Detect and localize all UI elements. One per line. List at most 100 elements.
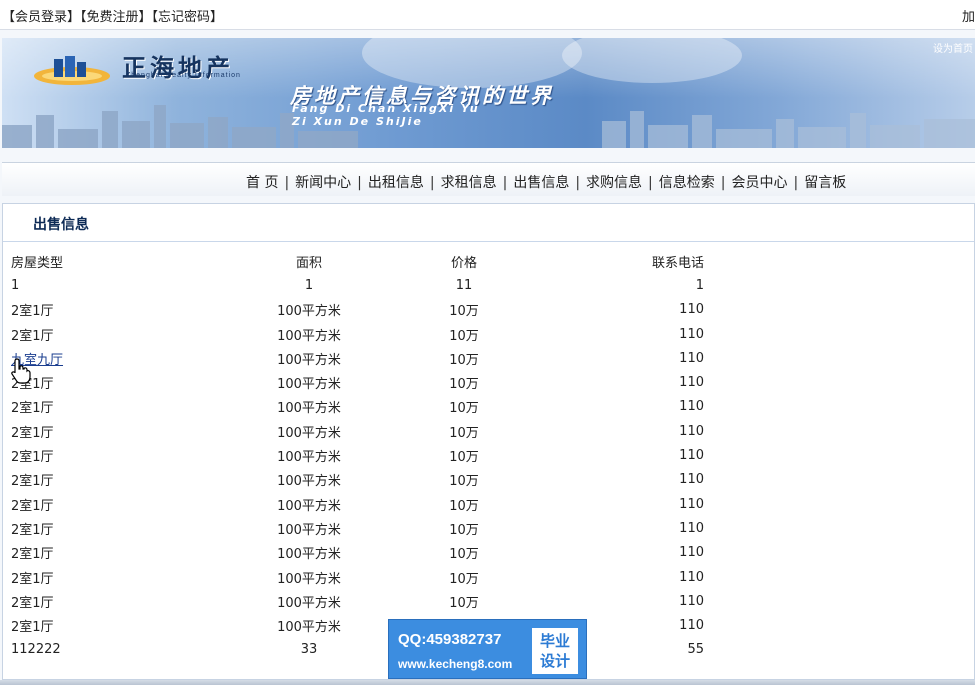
cell-phone: 110 xyxy=(519,395,704,419)
cell-house-type-text: 2室1厅 xyxy=(11,571,54,587)
top-bar: 【会员登录】【免费注册】【忘记密码】 加 xyxy=(0,0,975,30)
nav-item-guestbook[interactable]: 留言板 xyxy=(804,175,846,191)
cell-area-text: 100平方米 xyxy=(277,571,341,587)
cell-price: 10万 xyxy=(409,395,519,419)
company-logo-icon xyxy=(34,56,110,85)
table-row[interactable]: 2室1厅 100平方米10万 110 xyxy=(9,468,704,492)
member-login-link[interactable]: 【会员登录】 xyxy=(2,10,80,25)
table-row[interactable]: 2室1厅100平方米10万110 xyxy=(9,541,704,565)
table-row[interactable]: 2室1厅100平方米10万110 xyxy=(9,298,704,322)
cell-price: 10万 xyxy=(409,565,519,589)
cell-house-type-text: 2室1厅 xyxy=(11,401,54,417)
cell-house-type: 1 xyxy=(9,273,209,297)
cell-price: 11 xyxy=(409,273,519,297)
cell-area-text: 100平方米 xyxy=(277,450,341,466)
table-row[interactable]: 2室1厅100平方米10万110 xyxy=(9,419,704,443)
cell-price: 10万 xyxy=(409,516,519,540)
cell-house-type-text: 2室1厅 xyxy=(11,595,54,611)
cell-price-text: 10万 xyxy=(449,304,479,320)
cell-price: 10万 xyxy=(409,346,519,370)
table-row[interactable]: 1 1 11 1 xyxy=(9,273,704,297)
cell-house-type-text: 2室1厅 xyxy=(11,522,54,538)
table-row[interactable]: 九室九厅 100平方米 10万 110 xyxy=(9,346,704,370)
cell-phone: 110 xyxy=(519,370,704,394)
cell-price-text: 10万 xyxy=(449,401,479,417)
table-body: 1 1 11 1 2室1厅 100平方米 10万 110 2室1厅 100平方米 10万 110 九室九… xyxy=(9,273,704,662)
table-row[interactable]: 2室1厅100平方米10万110 xyxy=(9,395,704,419)
cell-house-type-text: 2室1厅 xyxy=(11,425,54,441)
topbar-right-text[interactable]: 加 xyxy=(962,6,975,25)
cell-house-type-text: 112222 xyxy=(11,642,61,658)
cell-house-type-text: 2室1厅 xyxy=(11,474,54,490)
table-row[interactable]: 2室1厅 100平方米 10万 110 xyxy=(9,565,704,589)
nav-item-wanted-to-buy[interactable]: 求购信息 xyxy=(586,175,642,191)
set-homepage-link[interactable]: 设为首页 xyxy=(933,40,973,55)
cell-phone-text: 110 xyxy=(679,569,704,585)
cell-area-text: 100平方米 xyxy=(277,352,341,368)
watermark-badge-line2: 设计 xyxy=(539,652,570,670)
nav-item-member-center[interactable]: 会员中心 xyxy=(731,175,787,191)
cell-phone: 110 xyxy=(519,322,704,346)
cell-area: 100平方米 xyxy=(209,443,409,467)
watermark-overlay: QQ:459382737 www.kecheng8.com 毕业 设计 xyxy=(388,619,587,679)
main-nav: 首 页 | 新闻中心 | 出租信息 | 求租信息 | 出售信息 | 求购信息 | 信息检索 | 会员中心 | 留… xyxy=(246,172,846,192)
cell-phone: 110 xyxy=(519,565,704,589)
cell-price: 10万 xyxy=(409,298,519,322)
cell-area: 100平方米 xyxy=(209,468,409,492)
cell-area: 100平方米 xyxy=(209,370,409,394)
nav-item-home[interactable]: 首 页 xyxy=(246,175,278,191)
cell-price: 10万 xyxy=(409,468,519,492)
nav-separator: | xyxy=(648,175,653,191)
cell-house-type: 九室九厅 xyxy=(9,346,209,370)
cell-phone-text: 110 xyxy=(679,448,704,464)
nav-item-for-sale[interactable]: 出售信息 xyxy=(513,175,569,191)
nav-separator: | xyxy=(429,175,435,191)
for-sale-table: 房屋类型 面积 价格 联系电话 1 1 11 1 2室1厅 100平方米 10万 110 2室1… xyxy=(9,249,704,662)
cell-house-type: 2室1厅 xyxy=(9,468,209,492)
banner-slogan-pinyin-2: Zi Xun De ShiJie xyxy=(292,115,423,128)
nav-item-search[interactable]: 信息检索 xyxy=(659,175,715,191)
table-row[interactable]: 2室1厅100平方米10万110 xyxy=(9,589,704,613)
table-row[interactable]: 2室1厅100平方米10万110 xyxy=(9,322,704,346)
nav-separator: | xyxy=(793,175,799,191)
cell-price-text: 10万 xyxy=(449,571,479,587)
cell-price-text: 10万 xyxy=(449,377,479,393)
cell-house-type: 2室1厅 xyxy=(9,370,209,394)
column-header-price: 价格 xyxy=(450,255,477,271)
cell-house-type-text: 2室1厅 xyxy=(11,304,54,320)
nav-separator: | xyxy=(720,175,726,191)
column-header-house-type: 房屋类型 xyxy=(11,255,64,271)
site-banner: 正海地产 Zhenghai Realty Information 房地产信息与咨… xyxy=(2,38,975,148)
table-row[interactable]: 112222 33 55 xyxy=(9,638,704,662)
cell-house-type: 2室1厅 xyxy=(9,613,209,637)
cell-price-text: 10万 xyxy=(449,425,479,441)
cell-phone: 110 xyxy=(519,298,704,322)
nav-item-news[interactable]: 新闻中心 xyxy=(295,175,351,191)
cell-house-type-text: 1 xyxy=(11,277,20,293)
cell-phone-text: 110 xyxy=(679,302,704,318)
table-row[interactable]: 2室1厅100平方米10万110 xyxy=(9,613,704,637)
free-register-link[interactable]: 【免费注册】 xyxy=(80,10,152,25)
table-row[interactable]: 2室1厅100平方米10万110 xyxy=(9,516,704,540)
cell-house-type: 112222 xyxy=(9,638,209,662)
cell-phone-text: 110 xyxy=(679,472,704,488)
table-row[interactable]: 2室1厅100平方米10万110 xyxy=(9,492,704,516)
forgot-password-link[interactable]: 【忘记密码】 xyxy=(152,10,224,25)
cell-area: 100平方米 xyxy=(209,516,409,540)
cell-price-text: 10万 xyxy=(449,522,479,538)
cell-price: 10万 xyxy=(409,589,519,613)
nav-item-rent-wanted[interactable]: 求租信息 xyxy=(441,175,497,191)
nav-item-rent-out[interactable]: 出租信息 xyxy=(368,175,424,191)
page-bottom-border xyxy=(0,680,975,685)
account-links: 【会员登录】【免费注册】【忘记密码】 xyxy=(2,6,223,25)
cell-house-type-text: 2室1厅 xyxy=(11,498,54,514)
table-row[interactable]: 2室1厅100平方米10万110 xyxy=(9,443,704,467)
cell-phone: 110 xyxy=(519,589,704,613)
cell-price-text: 10万 xyxy=(449,595,479,611)
cell-house-type: 2室1厅 xyxy=(9,492,209,516)
nav-separator: | xyxy=(575,175,581,191)
watermark-badge: 毕业 设计 xyxy=(532,628,578,674)
table-row[interactable]: 2室1厅100平方米 10万 110 xyxy=(9,370,704,394)
cell-house-type-text: 2室1厅 xyxy=(11,620,54,636)
cell-phone-text: 110 xyxy=(679,496,704,512)
